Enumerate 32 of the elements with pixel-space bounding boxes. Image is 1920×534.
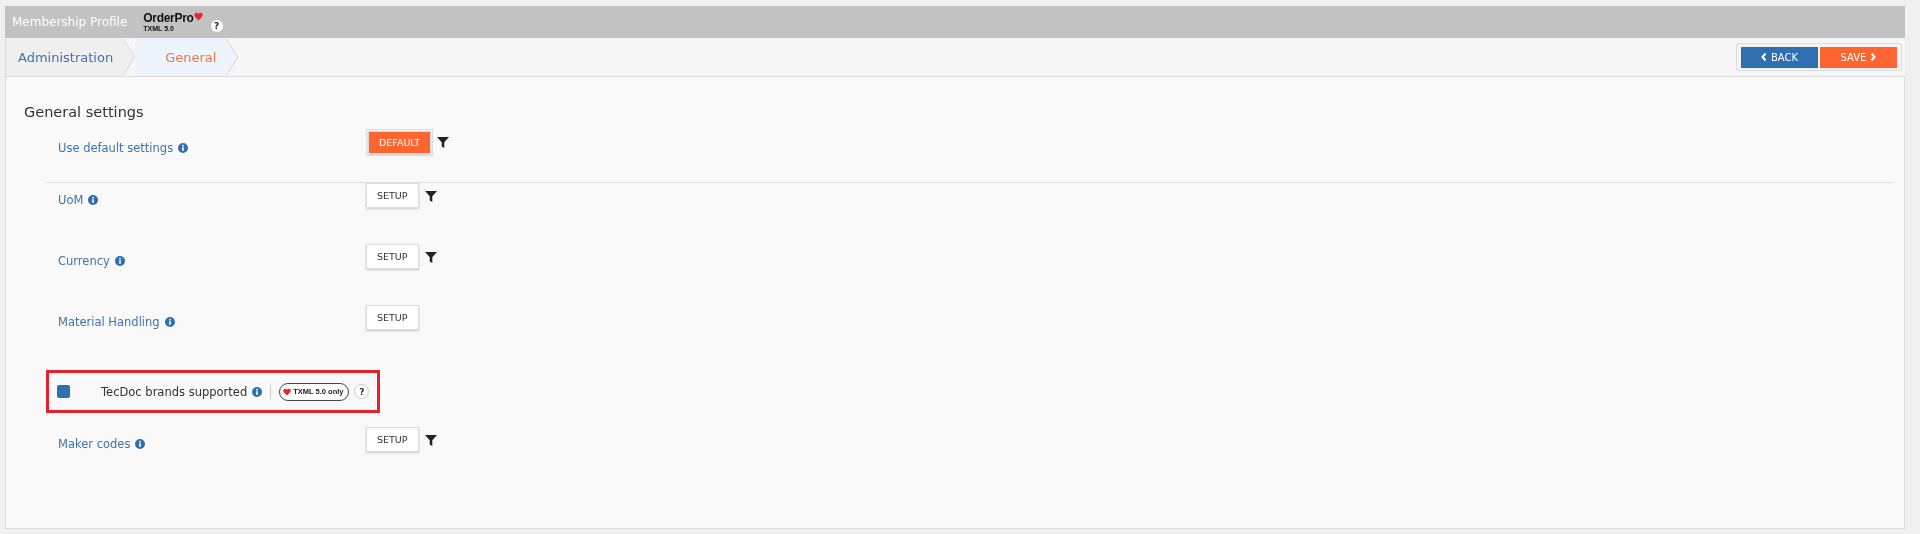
chevron-right-icon: [1870, 53, 1877, 61]
info-icon: [164, 317, 175, 327]
checkbox[interactable]: [57, 385, 70, 398]
info-icon: [88, 195, 99, 205]
heart-icon: [193, 12, 203, 21]
chevron-left-icon: [1760, 53, 1767, 61]
info-icon: [114, 256, 125, 266]
setting-label: Use default settings: [58, 141, 174, 155]
filter-icon[interactable]: [424, 191, 437, 202]
setting-label: TecDoc brands supported: [101, 384, 248, 399]
setup-button[interactable]: SETUP: [366, 244, 419, 269]
setup-button[interactable]: SETUP: [366, 183, 419, 208]
filter-icon[interactable]: [424, 252, 437, 263]
help-button[interactable]: ?: [210, 20, 223, 32]
setup-button[interactable]: SETUP: [366, 305, 419, 330]
filter-icon[interactable]: [437, 137, 450, 148]
info-icon: [252, 386, 263, 397]
setting-label: UoM: [58, 193, 84, 207]
help-button[interactable]: ?: [354, 384, 370, 399]
setting-label: Maker codes: [58, 437, 131, 451]
back-button[interactable]: BACK: [1741, 46, 1818, 68]
info-icon: [135, 439, 146, 449]
setting-label: Material Handling: [58, 315, 160, 329]
heart-icon: [283, 387, 292, 396]
filter-icon[interactable]: [424, 435, 437, 446]
section-title: General settings: [24, 104, 145, 120]
setting-label: Currency: [58, 254, 110, 268]
page-title: Membership Profile: [12, 15, 128, 29]
setup-button[interactable]: SETUP: [366, 427, 419, 452]
logo-name: OrderPro: [143, 12, 194, 24]
info-icon: [178, 143, 189, 153]
breadcrumb-tab[interactable]: Administration: [6, 38, 136, 76]
